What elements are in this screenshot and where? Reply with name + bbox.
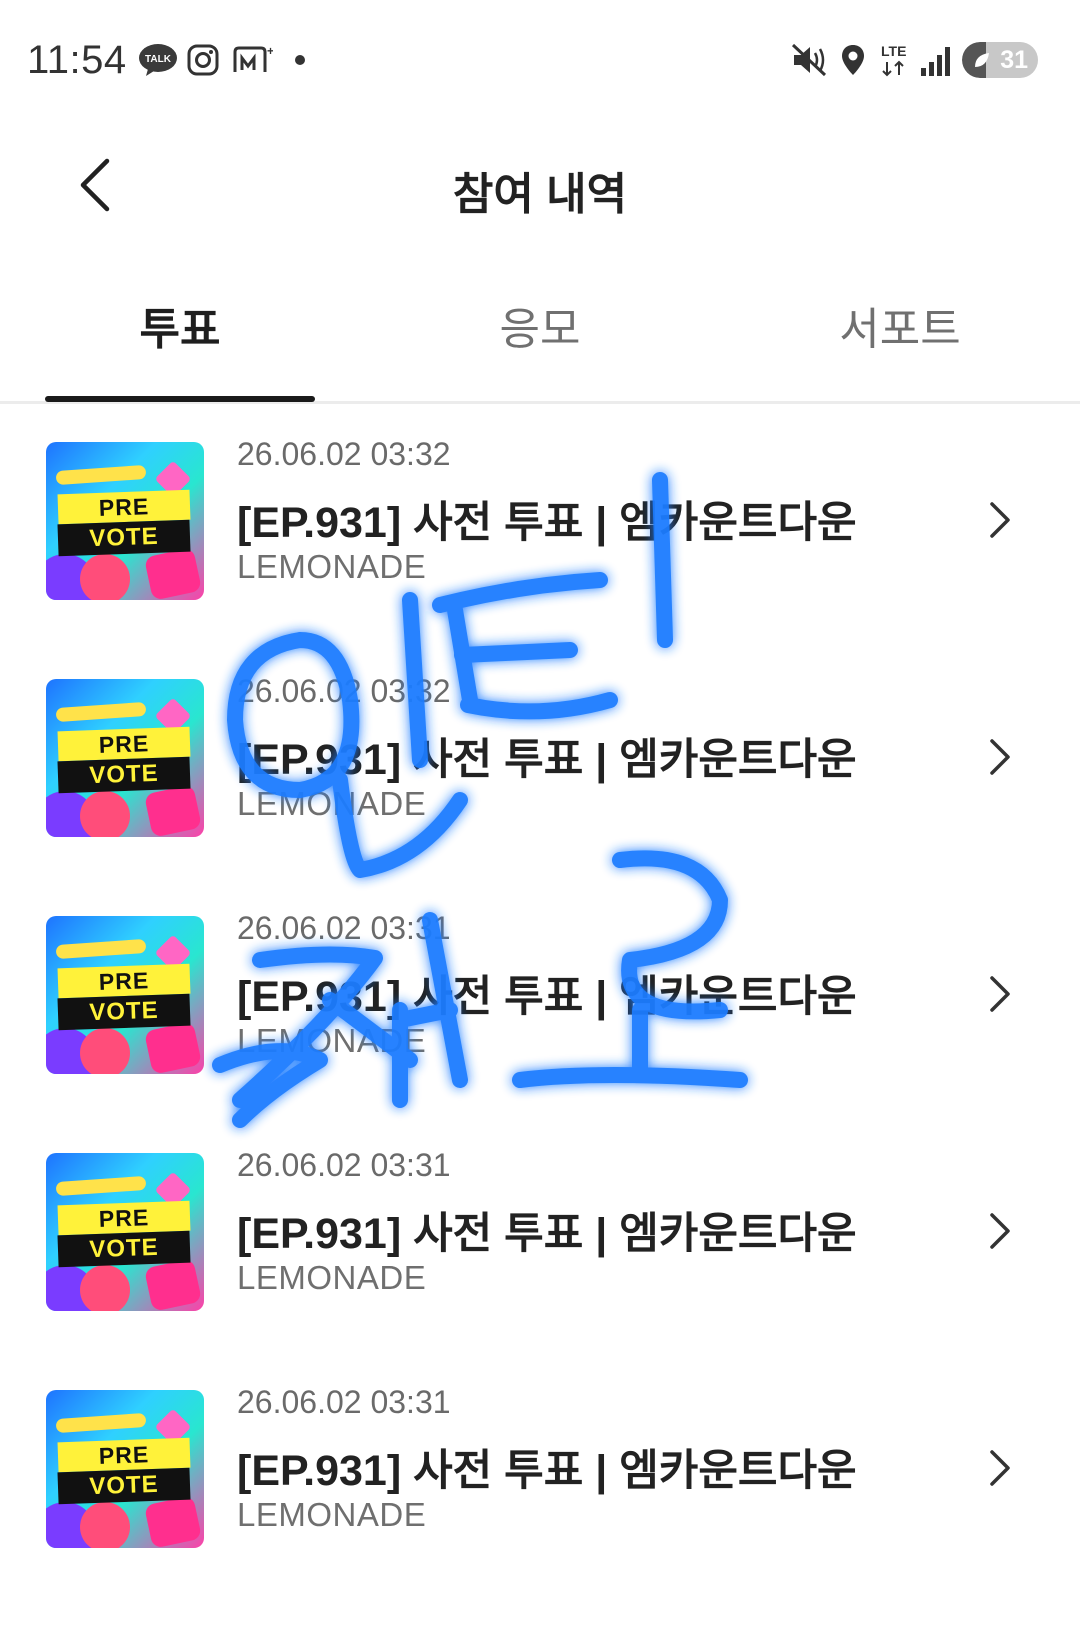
status-time: 11:54 [27,38,127,82]
item-title: [EP.931] 사전 투표 | 엠카운트다운 [237,1447,857,1495]
svg-text:+: + [267,44,273,58]
lte-signal-icon: LTE [880,42,960,78]
chevron-right-icon [975,490,1025,550]
thumbnail-pre-label: PRE [57,963,191,999]
pre-vote-thumbnail: PRE VOTE [46,442,204,600]
thumbnail-vote-label: VOTE [57,993,191,1031]
list-item[interactable]: PRE VOTE 26.06.02 03:31 [EP.931] 사전 투표 |… [0,894,1080,1104]
item-date: 26.06.02 03:31 [237,1147,451,1183]
active-tab-indicator [45,396,315,402]
item-date: 26.06.02 03:32 [237,673,451,709]
list-item[interactable]: PRE VOTE 26.06.02 03:32 [EP.931] 사전 투표 |… [0,657,1080,867]
chevron-right-icon [975,1201,1025,1261]
list-item[interactable]: PRE VOTE 26.06.02 03:32 [EP.931] 사전 투표 |… [0,420,1080,630]
kakaotalk-icon: TALK [137,42,179,78]
item-artist: LEMONADE [237,1022,427,1059]
item-date: 26.06.02 03:31 [237,910,451,946]
pre-vote-thumbnail: PRE VOTE [46,1390,204,1548]
notification-dot-icon [294,42,306,78]
item-artist: LEMONADE [237,785,427,822]
battery-icon: 31 [962,42,1038,78]
tab-entry[interactable]: 응모 [360,270,720,400]
list-item[interactable]: PRE VOTE 26.06.02 03:31 [EP.931] 사전 투표 |… [0,1368,1080,1578]
mute-icon [790,42,830,78]
header: 참여 내역 [0,120,1080,250]
thumbnail-pre-label: PRE [57,489,191,525]
thumbnail-pre-label: PRE [57,1200,191,1236]
thumbnail-vote-label: VOTE [57,519,191,557]
status-bar: 11:54 TALK + LTE 31 [0,0,1080,120]
item-title: [EP.931] 사전 투표 | 엠카운트다운 [237,736,857,784]
pre-vote-thumbnail: PRE VOTE [46,1153,204,1311]
item-title: [EP.931] 사전 투표 | 엠카운트다운 [237,973,857,1021]
chevron-right-icon [975,964,1025,1024]
tab-bar: 투표 응모 서포트 [0,270,1080,404]
item-artist: LEMONADE [237,1259,427,1296]
chevron-right-icon [975,727,1025,787]
list-item[interactable]: PRE VOTE 26.06.02 03:31 [EP.931] 사전 투표 |… [0,1131,1080,1341]
thumbnail-vote-label: VOTE [57,1467,191,1505]
battery-level: 31 [1000,46,1028,74]
item-title: [EP.931] 사전 투표 | 엠카운트다운 [237,1210,857,1258]
mnet-icon: + [230,42,274,78]
item-artist: LEMONADE [237,1496,427,1533]
location-icon [838,42,868,78]
thumbnail-vote-label: VOTE [57,756,191,794]
item-artist: LEMONADE [237,548,427,585]
thumbnail-vote-label: VOTE [57,1230,191,1268]
tab-vote[interactable]: 투표 [0,270,360,400]
item-title: [EP.931] 사전 투표 | 엠카운트다운 [237,499,857,547]
pre-vote-thumbnail: PRE VOTE [46,916,204,1074]
page-title: 참여 내역 [452,170,628,219]
svg-text:TALK: TALK [145,54,172,65]
instagram-icon [186,42,220,78]
chevron-right-icon [975,1438,1025,1498]
pre-vote-thumbnail: PRE VOTE [46,679,204,837]
item-date: 26.06.02 03:32 [237,436,451,472]
item-date: 26.06.02 03:31 [237,1384,451,1420]
tab-support[interactable]: 서포트 [720,270,1080,400]
thumbnail-pre-label: PRE [57,726,191,762]
thumbnail-pre-label: PRE [57,1437,191,1473]
svg-text:LTE: LTE [881,43,906,59]
